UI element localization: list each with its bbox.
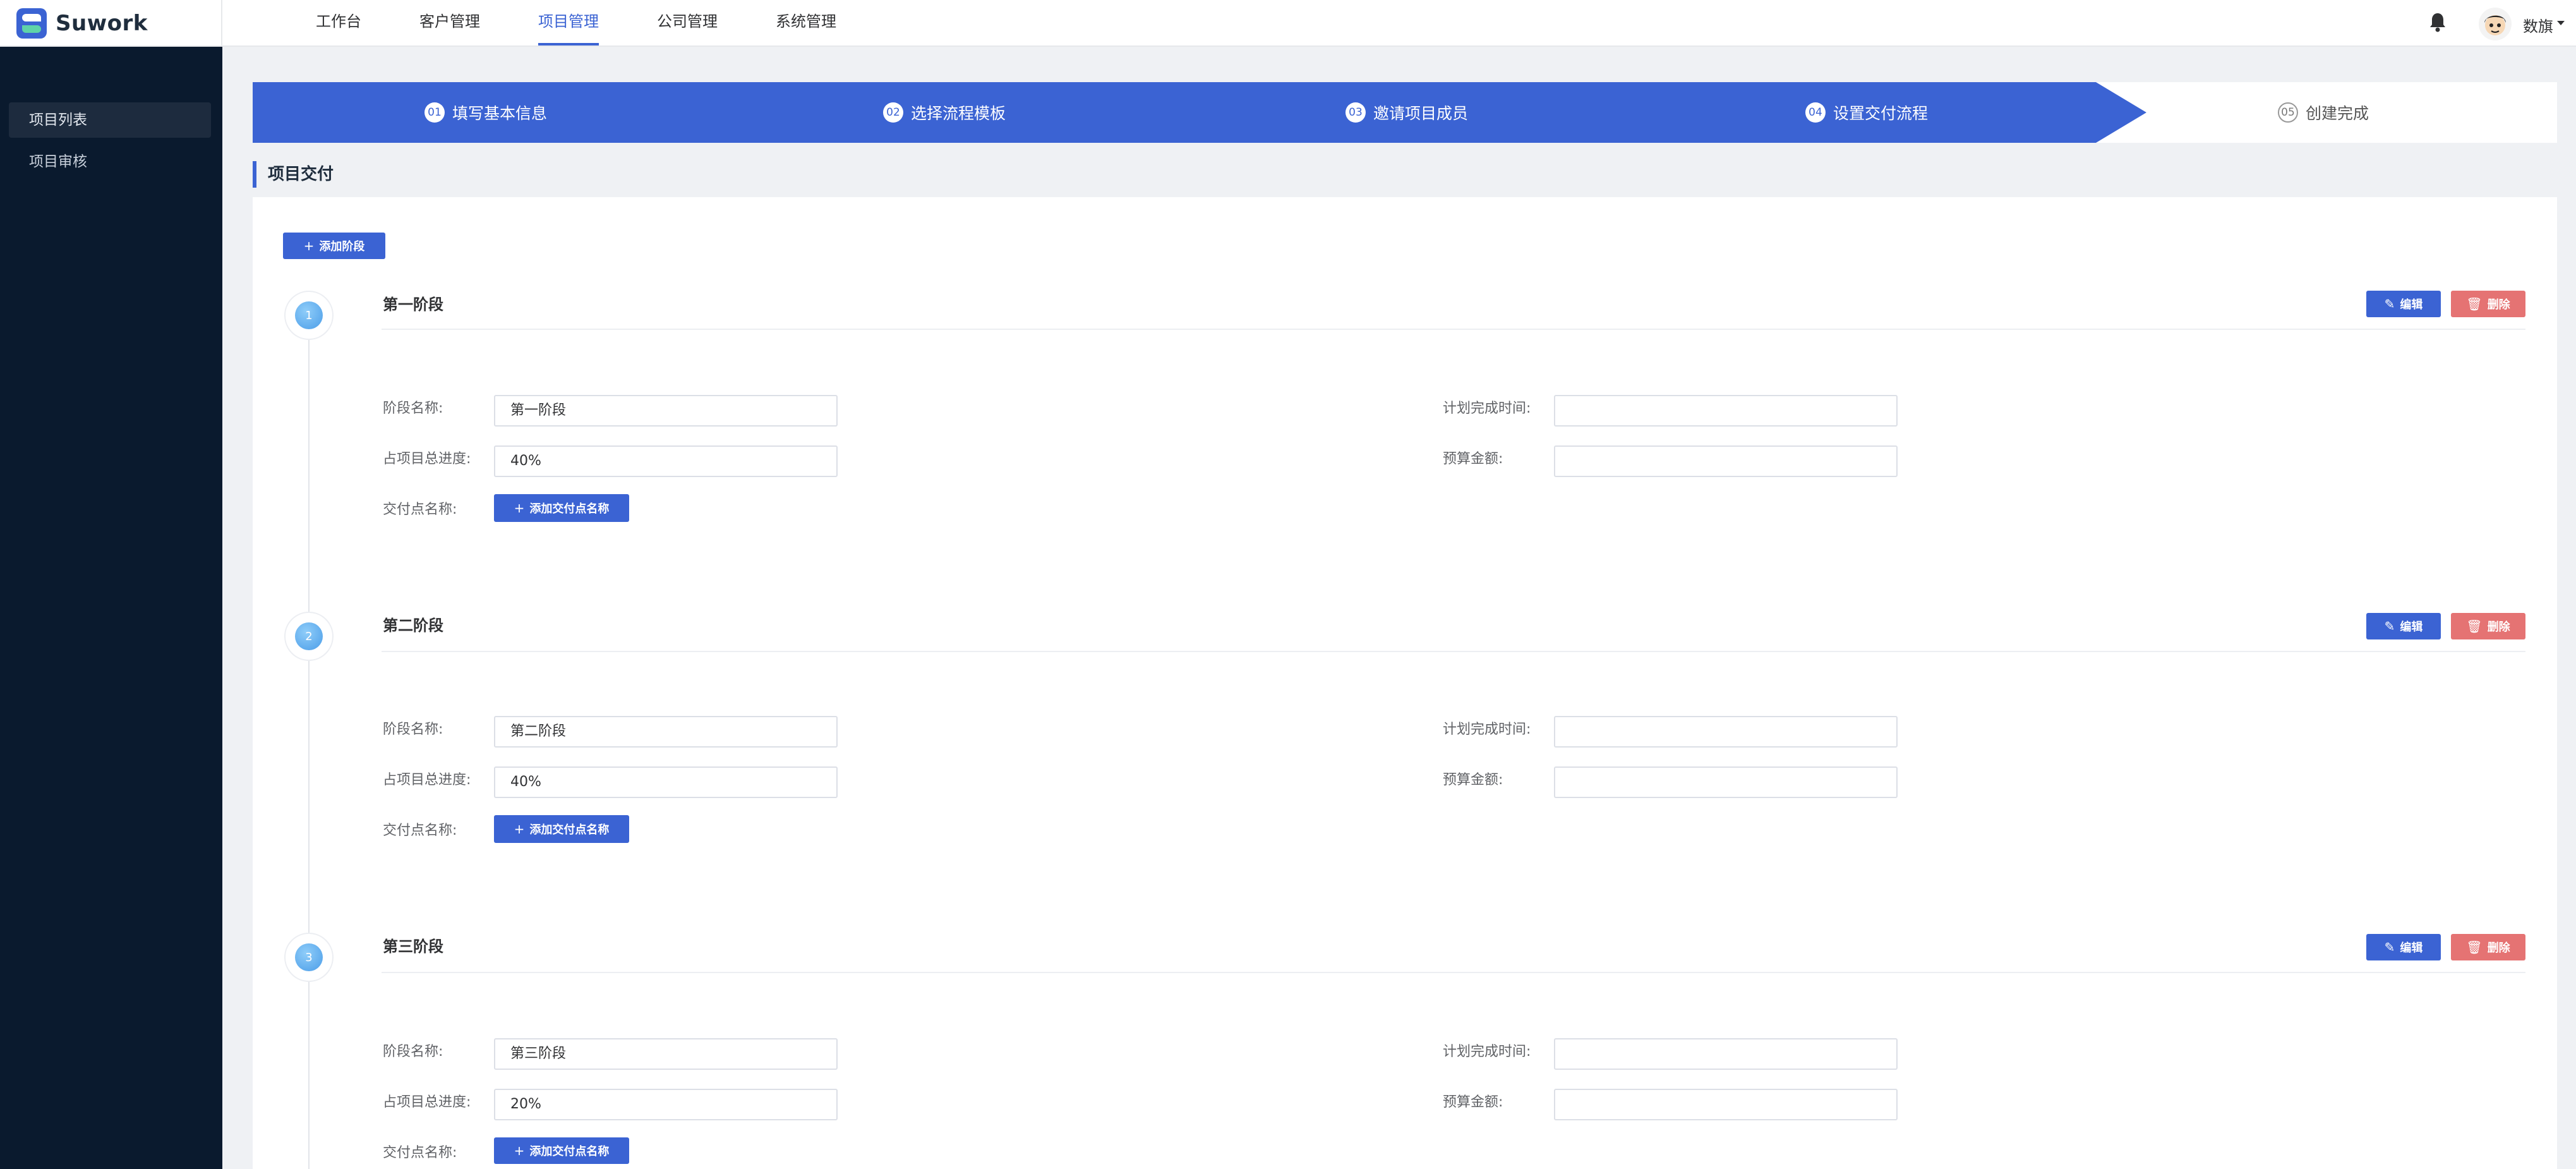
pencil-icon: ✎ xyxy=(2384,619,2395,634)
progress-label: 占项目总进度: xyxy=(383,1094,471,1110)
planned-time-label: 计划完成时间: xyxy=(1443,401,1531,416)
stage-number: 1 xyxy=(295,301,323,329)
budget-label: 预算金额: xyxy=(1443,772,1503,788)
step-label: 设置交付流程 xyxy=(1833,104,1929,123)
trash-icon: 🗑 xyxy=(2466,619,2483,634)
step-number: 05 xyxy=(2278,102,2298,123)
edit-button[interactable]: ✎ 编辑 xyxy=(2366,613,2441,639)
progress-input[interactable]: 40% xyxy=(494,766,838,798)
budget-input[interactable] xyxy=(1554,766,1898,798)
nav-item-company[interactable]: 公司管理 xyxy=(657,0,718,47)
add-stage-label: 添加阶段 xyxy=(319,240,365,253)
progress-label: 占项目总进度: xyxy=(383,451,471,467)
nav-item-workbench[interactable]: 工作台 xyxy=(316,0,361,47)
step-2[interactable]: 02 选择流程模板 xyxy=(883,82,1006,143)
add-delivery-point-button[interactable]: + 添加交付点名称 xyxy=(494,494,629,522)
step-4[interactable]: 04 设置交付流程 xyxy=(1805,82,1928,143)
logo-icon xyxy=(16,8,47,39)
nav-item-customers[interactable]: 客户管理 xyxy=(419,0,480,47)
step-number: 03 xyxy=(1345,102,1366,123)
step-1[interactable]: 01 填写基本信息 xyxy=(424,82,547,143)
avatar[interactable] xyxy=(2479,8,2512,40)
budget-label: 预算金额: xyxy=(1443,451,1503,467)
step-3[interactable]: 03 邀请项目成员 xyxy=(1345,82,1468,143)
planned-time-input[interactable] xyxy=(1554,395,1898,427)
add-delivery-point-button[interactable]: + 添加交付点名称 xyxy=(494,815,629,843)
stage-title: 第三阶段 xyxy=(383,938,443,955)
pencil-icon: ✎ xyxy=(2384,940,2395,955)
progress-input[interactable]: 20% xyxy=(494,1089,838,1120)
stage-node: 3 xyxy=(284,933,334,982)
nav-item-projects[interactable]: 项目管理 xyxy=(538,0,599,47)
step-label: 选择流程模板 xyxy=(911,104,1006,123)
section-title: 项目交付 xyxy=(253,161,334,188)
planned-time-label: 计划完成时间: xyxy=(1443,722,1531,737)
sidebar: 项目列表 项目审核 xyxy=(0,47,222,1169)
delivery-card xyxy=(253,197,2557,1169)
stage-name-input[interactable]: 第三阶段 xyxy=(494,1038,838,1070)
budget-label: 预算金额: xyxy=(1443,1094,1503,1110)
sidebar-item-project-review[interactable]: 项目审核 xyxy=(9,144,211,179)
trash-icon: 🗑 xyxy=(2466,296,2483,312)
stage-number: 3 xyxy=(295,943,323,971)
stage-name-input[interactable]: 第一阶段 xyxy=(494,395,838,427)
plus-icon: + xyxy=(303,238,315,253)
budget-input[interactable] xyxy=(1554,1089,1898,1120)
plus-icon: + xyxy=(514,821,525,837)
nav-item-system[interactable]: 系统管理 xyxy=(776,0,836,47)
user-name[interactable]: 数旗 xyxy=(2523,14,2553,36)
chevron-down-icon[interactable] xyxy=(2557,21,2565,25)
step-label: 创建完成 xyxy=(2306,104,2369,123)
planned-time-input[interactable] xyxy=(1554,1038,1898,1070)
planned-time-input[interactable] xyxy=(1554,716,1898,748)
progress-label: 占项目总进度: xyxy=(383,772,471,788)
step-label: 邀请项目成员 xyxy=(1373,104,1469,123)
bell-icon[interactable] xyxy=(2428,11,2447,33)
stage-name-label: 阶段名称: xyxy=(383,1044,443,1060)
progress-input[interactable]: 40% xyxy=(494,445,838,477)
stage-node: 1 xyxy=(284,291,334,340)
stage-title: 第一阶段 xyxy=(383,296,443,313)
step-5[interactable]: 05 创建完成 xyxy=(2278,82,2369,143)
delete-button[interactable]: 🗑 删除 xyxy=(2451,613,2525,639)
delivery-point-label: 交付点名称: xyxy=(383,502,457,518)
step-number: 04 xyxy=(1805,102,1826,123)
step-number: 02 xyxy=(883,102,903,123)
plus-icon: + xyxy=(514,1143,525,1158)
add-stage-button[interactable]: + 添加阶段 xyxy=(283,233,385,259)
planned-time-label: 计划完成时间: xyxy=(1443,1044,1531,1060)
timeline-line xyxy=(308,316,310,1169)
delete-button[interactable]: 🗑 删除 xyxy=(2451,291,2525,317)
edit-button[interactable]: ✎ 编辑 xyxy=(2366,291,2441,317)
trash-icon: 🗑 xyxy=(2466,940,2483,955)
stage-node: 2 xyxy=(284,612,334,661)
stage-name-label: 阶段名称: xyxy=(383,722,443,737)
delete-button[interactable]: 🗑 删除 xyxy=(2451,934,2525,960)
stage-number: 2 xyxy=(295,622,323,650)
pencil-icon: ✎ xyxy=(2384,296,2395,312)
add-delivery-point-button[interactable]: + 添加交付点名称 xyxy=(494,1137,629,1164)
sidebar-item-project-list[interactable]: 项目列表 xyxy=(9,102,211,138)
budget-input[interactable] xyxy=(1554,445,1898,477)
stage-name-input[interactable]: 第二阶段 xyxy=(494,716,838,748)
wizard-steps: 01 填写基本信息 02 选择流程模板 03 邀请项目成员 04 设置交付流程 … xyxy=(253,82,2557,143)
step-number: 01 xyxy=(424,102,445,123)
delivery-point-label: 交付点名称: xyxy=(383,1145,457,1161)
logo[interactable]: Suwork xyxy=(0,0,222,47)
step-label: 填写基本信息 xyxy=(452,104,548,123)
app-name: Suwork xyxy=(56,11,148,36)
plus-icon: + xyxy=(514,500,525,516)
stage-name-label: 阶段名称: xyxy=(383,401,443,416)
stage-title: 第二阶段 xyxy=(383,617,443,634)
edit-button[interactable]: ✎ 编辑 xyxy=(2366,934,2441,960)
top-bar: Suwork 工作台 客户管理 项目管理 公司管理 系统管理 数旗 xyxy=(0,0,2576,47)
delivery-point-label: 交付点名称: xyxy=(383,823,457,839)
main-nav: 工作台 客户管理 项目管理 公司管理 系统管理 xyxy=(316,0,894,47)
